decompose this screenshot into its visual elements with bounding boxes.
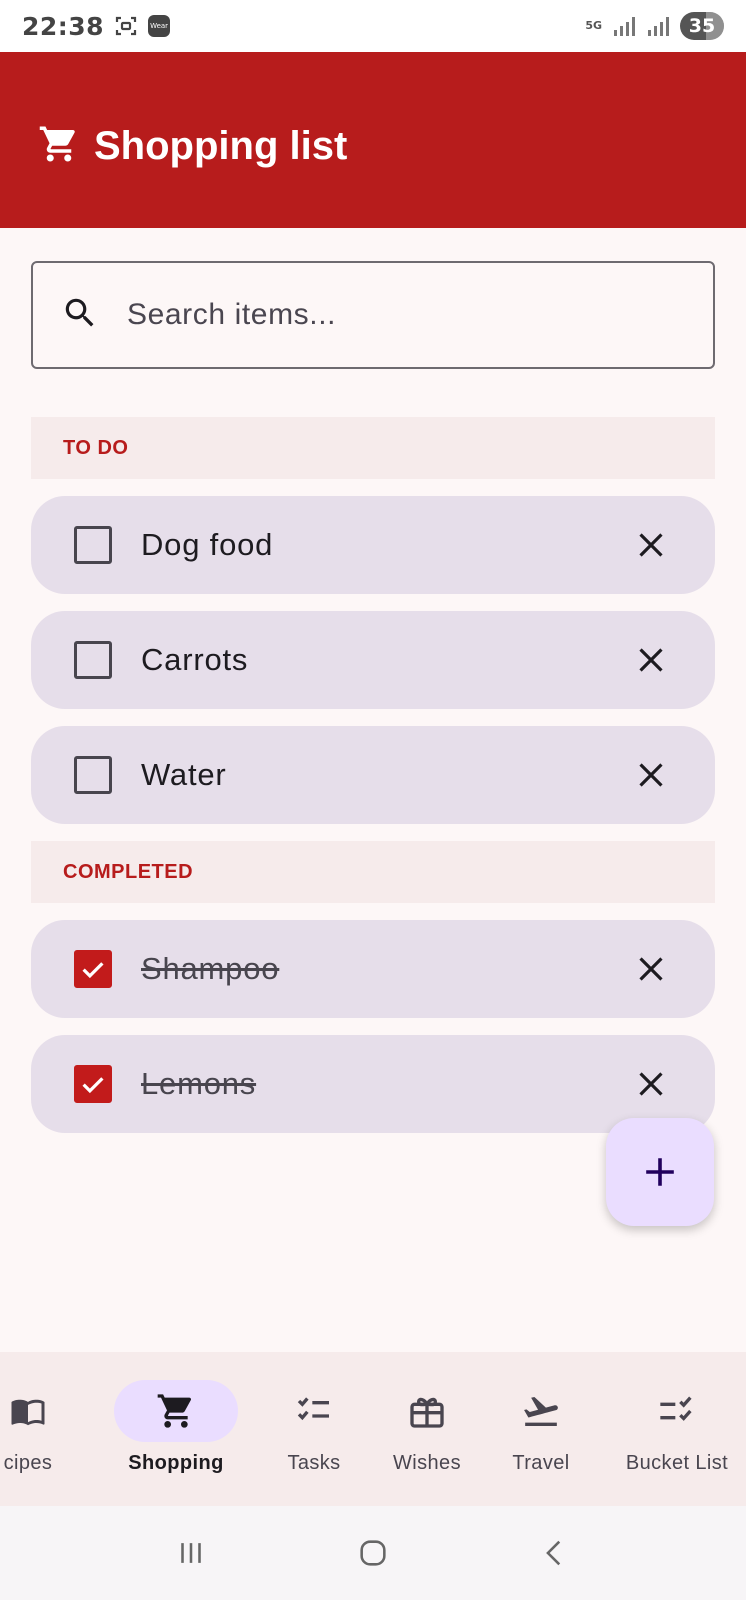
section-header-todo: TO DO	[31, 417, 715, 479]
list-item[interactable]: Carrots	[31, 611, 715, 709]
bottom-nav: cipes Shopping Tasks Wishes Travel Bucke…	[0, 1352, 746, 1506]
close-icon	[639, 533, 663, 557]
status-bar: 22:38 Wear 5G 35	[0, 0, 746, 52]
close-icon	[639, 648, 663, 672]
battery-indicator: 35	[680, 12, 724, 40]
item-label: Lemons	[141, 1066, 257, 1101]
nav-pill	[0, 1380, 76, 1442]
signal-icon-2	[646, 15, 670, 37]
delete-button[interactable]	[629, 947, 673, 991]
system-nav-bar	[0, 1506, 746, 1600]
close-icon	[639, 763, 663, 787]
gift-icon	[410, 1397, 444, 1428]
item-checkbox[interactable]	[74, 1065, 112, 1103]
nav-item-shopping[interactable]: Shopping	[114, 1380, 238, 1490]
signal-icon	[612, 15, 636, 37]
item-label: Dog food	[141, 527, 274, 562]
nav-item-tasks[interactable]: Tasks	[254, 1380, 374, 1490]
nav-item-wishes[interactable]: Wishes	[367, 1380, 487, 1490]
cart-icon	[38, 123, 80, 170]
delete-button[interactable]	[629, 1062, 673, 1106]
nav-label: Wishes	[393, 1452, 461, 1474]
app-title-wrap: Shopping list	[38, 123, 347, 170]
close-icon	[639, 957, 663, 981]
status-left: 22:38 Wear	[22, 11, 171, 41]
back-icon	[546, 1540, 561, 1566]
nav-label: Shopping	[128, 1452, 224, 1474]
nav-label: Bucket List	[625, 1452, 729, 1474]
delete-button[interactable]	[629, 638, 673, 682]
search-box[interactable]	[31, 261, 715, 369]
recents-icon	[181, 1543, 201, 1563]
nav-pill	[612, 1380, 742, 1442]
app-bar: Shopping list	[0, 52, 746, 228]
item-checkbox[interactable]	[74, 641, 112, 679]
section-header-completed: COMPLETED	[31, 841, 715, 903]
delete-button[interactable]	[629, 753, 673, 797]
nav-label: Travel	[512, 1452, 570, 1474]
page-title: Shopping list	[94, 123, 348, 168]
item-label: Water	[141, 757, 227, 792]
back-button[interactable]	[525, 1523, 585, 1583]
plus-icon	[646, 1158, 674, 1186]
nav-label: Tasks	[287, 1452, 341, 1474]
list-item[interactable]: Shampoo	[31, 920, 715, 1018]
cart-icon	[157, 1394, 192, 1428]
item-checkbox[interactable]	[74, 950, 112, 988]
checklist-icon	[297, 1397, 329, 1421]
nav-pill	[481, 1380, 601, 1442]
plane-icon	[524, 1396, 558, 1426]
home-icon	[360, 1540, 386, 1566]
delete-button[interactable]	[629, 523, 673, 567]
recents-button[interactable]	[161, 1523, 221, 1583]
search-input[interactable]	[99, 263, 713, 367]
book-icon	[11, 1399, 45, 1426]
item-checkbox[interactable]	[74, 526, 112, 564]
status-right: 5G 35	[585, 12, 724, 40]
nav-pill-active	[114, 1380, 238, 1442]
item-label: Shampoo	[141, 951, 280, 986]
status-time: 22:38	[22, 11, 105, 41]
home-button[interactable]	[343, 1523, 403, 1583]
check-icon	[82, 962, 104, 979]
nav-pill	[367, 1380, 487, 1442]
nav-pill	[254, 1380, 374, 1442]
nav-item-bucket-list[interactable]: Bucket List	[612, 1380, 742, 1490]
screenshot-icon	[114, 14, 138, 38]
nav-label: cipes	[3, 1452, 53, 1474]
nav-item-travel[interactable]: Travel	[481, 1380, 601, 1490]
network-label: 5G	[585, 19, 602, 32]
wear-icon: Wear	[148, 15, 171, 37]
list-item[interactable]: Lemons	[31, 1035, 715, 1133]
search-icon	[61, 294, 99, 337]
bucket-list-icon	[660, 1396, 692, 1421]
close-icon	[639, 1072, 663, 1096]
nav-item-recipes[interactable]: cipes	[0, 1380, 76, 1490]
item-label: Carrots	[141, 642, 249, 677]
list-item[interactable]: Water	[31, 726, 715, 824]
add-item-button[interactable]	[606, 1118, 714, 1226]
item-checkbox[interactable]	[74, 756, 112, 794]
list-item[interactable]: Dog food	[31, 496, 715, 594]
check-icon	[82, 1077, 104, 1094]
